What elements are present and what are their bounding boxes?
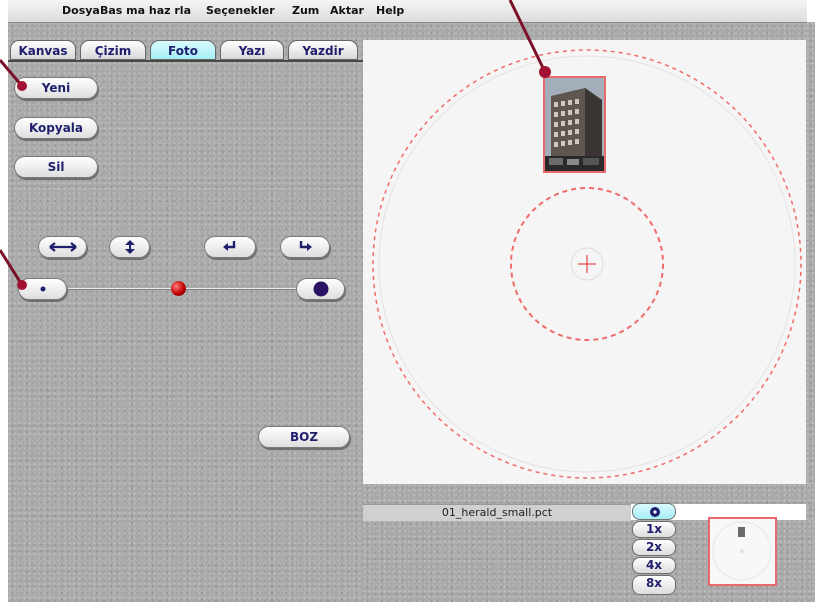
new-button[interactable]: Yeni — [14, 77, 98, 99]
flip-vertical-button[interactable] — [109, 236, 150, 258]
size-max-button[interactable] — [296, 278, 345, 300]
tab-yazdir[interactable]: Yazdir — [288, 40, 358, 60]
menu-bas-ma-haz-rla[interactable]: Bas ma haz rla — [100, 4, 191, 17]
zoom-4x-button[interactable]: 4x — [632, 557, 676, 574]
zoom-1x-button[interactable]: 1x — [632, 521, 676, 538]
rotate-left-button[interactable] — [204, 236, 256, 258]
reset-button[interactable]: BOZ — [258, 426, 350, 448]
tab-foto[interactable]: Foto — [150, 40, 216, 60]
tab-cizim[interactable]: Çizim — [80, 40, 146, 60]
rotate-right-icon — [299, 241, 312, 251]
large-dot-icon — [313, 281, 328, 297]
canvas-top-border — [363, 22, 815, 40]
zoom-fit-button[interactable] — [632, 503, 676, 520]
menu-secenekler[interactable]: Seçenekler — [206, 4, 275, 17]
fit-dot-icon — [650, 507, 660, 517]
canvas-right-border — [806, 22, 815, 602]
placed-photo[interactable] — [543, 76, 606, 173]
menu-zum[interactable]: Zum — [292, 4, 319, 17]
building-photo — [545, 78, 604, 171]
size-slider-knob[interactable] — [171, 281, 186, 296]
crosshair-icon — [578, 255, 596, 273]
delete-button[interactable]: Sil — [14, 156, 98, 178]
rotate-right-button[interactable] — [280, 236, 330, 258]
zoom-8x-button[interactable]: 8x — [632, 575, 676, 595]
flip-horizontal-button[interactable] — [38, 236, 87, 258]
menu-dosya[interactable]: Dosya — [62, 4, 100, 17]
zoom-2x-button[interactable]: 2x — [632, 539, 676, 556]
canvas-bottom-border — [363, 484, 815, 504]
app-window: Dosya Bas ma haz rla Seçenekler Zum Akta… — [0, 0, 815, 602]
disc-preview-image — [712, 521, 772, 581]
menu-bar: Dosya Bas ma haz rla Seçenekler Zum Akta… — [8, 0, 807, 23]
flip-horizontal-icon — [48, 242, 77, 252]
size-min-button[interactable] — [18, 278, 67, 300]
small-dot-icon — [40, 286, 45, 292]
disc-preview[interactable] — [708, 517, 777, 586]
filename-label: 01_herald_small.pct — [363, 504, 631, 521]
rotate-left-icon — [223, 241, 236, 251]
flip-vertical-icon — [124, 240, 135, 254]
menu-aktar[interactable]: Aktar — [330, 4, 364, 17]
tab-divider — [8, 60, 363, 62]
menu-help[interactable]: Help — [376, 4, 404, 17]
copy-button[interactable]: Kopyala — [14, 117, 98, 139]
tab-yazi[interactable]: Yazı — [220, 40, 284, 60]
tab-kanvas[interactable]: Kanvas — [10, 40, 76, 60]
tool-panel — [8, 22, 363, 602]
